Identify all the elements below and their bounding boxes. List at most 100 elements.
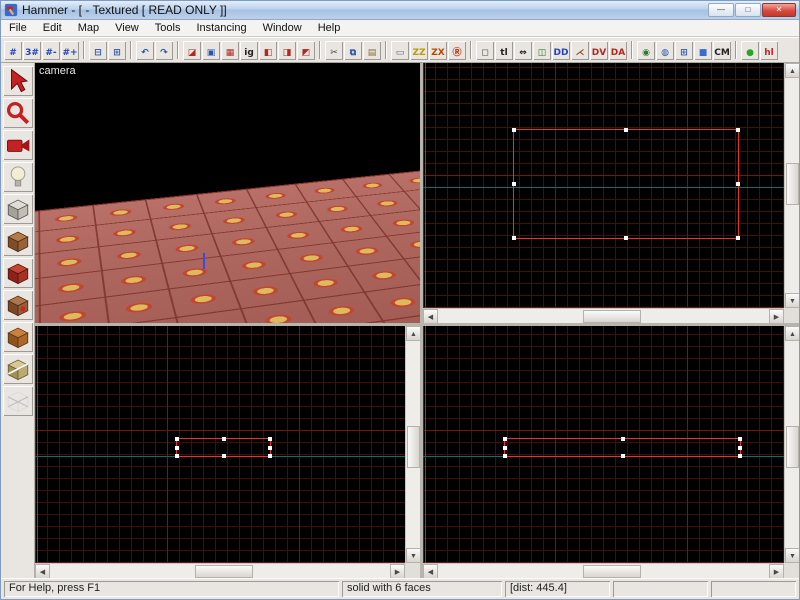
texture-lock-icon[interactable]: tl: [495, 40, 513, 60]
larger-grid-icon[interactable]: #+: [61, 40, 79, 60]
selection-handle[interactable]: [736, 182, 740, 186]
scroll-left-icon[interactable]: ◀: [423, 564, 438, 578]
selection-handle[interactable]: [503, 454, 507, 458]
vertex-manipulation-tool-icon[interactable]: [2, 386, 33, 416]
show-hidden-icon[interactable]: ◩: [297, 40, 315, 60]
group-icon[interactable]: ▣: [202, 40, 220, 60]
toggle-3d-grid-icon[interactable]: 3#: [23, 40, 41, 60]
load-window-state-icon[interactable]: ⊟: [89, 40, 107, 60]
viewport-2d-bottom-left[interactable]: ▲ ▼ ◀ ▶: [35, 326, 420, 578]
scrollbar-thumb[interactable]: [407, 426, 420, 468]
undo-icon[interactable]: ↶: [136, 40, 154, 60]
selection-handle[interactable]: [221, 454, 226, 458]
selection-handle[interactable]: [620, 437, 625, 441]
texture-application-tool-icon[interactable]: [2, 226, 33, 256]
run-map-icon[interactable]: ●: [741, 40, 759, 60]
scrollbar-thumb[interactable]: [786, 163, 799, 205]
menu-item-tools[interactable]: Tools: [147, 20, 189, 37]
selection-handle[interactable]: [736, 236, 740, 240]
selection-handle[interactable]: [624, 128, 628, 132]
scroll-up-icon[interactable]: ▲: [406, 326, 420, 341]
selection-handle[interactable]: [512, 182, 516, 186]
selection-handle[interactable]: [503, 445, 507, 450]
entity-tool-icon[interactable]: [2, 162, 33, 192]
selection-handle[interactable]: [503, 437, 507, 441]
redo-icon[interactable]: ↷: [155, 40, 173, 60]
carve-icon[interactable]: ◪: [183, 40, 201, 60]
scroll-down-icon[interactable]: ▼: [406, 548, 420, 563]
entity-report-icon[interactable]: ■: [694, 40, 712, 60]
viewport-2d-bottom-right[interactable]: ▲ ▼ ◀ ▶: [423, 326, 799, 578]
toggle-models-icon[interactable]: ◉: [637, 40, 655, 60]
paste-icon[interactable]: ▤: [363, 40, 381, 60]
menu-item-help[interactable]: Help: [310, 20, 349, 37]
cordon-edit-icon[interactable]: ZZ: [410, 40, 428, 60]
selection-handle[interactable]: [175, 437, 179, 441]
apply-current-texture-tool-icon[interactable]: [2, 258, 33, 288]
selection-handle[interactable]: [175, 454, 179, 458]
hide-selected-icon[interactable]: ◧: [259, 40, 277, 60]
scrollbar-thumb[interactable]: [786, 426, 799, 468]
scroll-right-icon[interactable]: ▶: [769, 309, 784, 323]
display-detail-icon[interactable]: DD: [552, 40, 570, 60]
cut-icon[interactable]: ✂: [325, 40, 343, 60]
scrollbar-thumb[interactable]: [195, 565, 253, 578]
select-touching-icon[interactable]: ◻: [476, 40, 494, 60]
2d-canvas[interactable]: [423, 63, 784, 308]
display-wire-icon[interactable]: DV: [590, 40, 608, 60]
selection-handle[interactable]: [738, 437, 742, 441]
cordon-active-icon[interactable]: ZX: [429, 40, 447, 60]
apply-decals-tool-icon[interactable]: [2, 290, 33, 320]
textured-brush-plane[interactable]: [35, 167, 420, 323]
menu-item-view[interactable]: View: [107, 20, 147, 37]
selection-handle[interactable]: [624, 236, 628, 240]
selection-handle[interactable]: [268, 454, 272, 458]
selection-handle[interactable]: [736, 128, 740, 132]
scroll-down-icon[interactable]: ▼: [785, 293, 799, 308]
menu-item-map[interactable]: Map: [70, 20, 107, 37]
toggle-grid-icon[interactable]: #: [4, 40, 22, 60]
camera-tool-icon[interactable]: [2, 130, 33, 160]
selection-handle[interactable]: [221, 437, 226, 441]
block-tool-icon[interactable]: [2, 194, 33, 224]
model-fade-icon[interactable]: ◍: [656, 40, 674, 60]
vertical-scrollbar[interactable]: ▲ ▼: [784, 63, 799, 308]
horizontal-scrollbar[interactable]: ◀ ▶: [423, 563, 784, 578]
ignore-groups-icon[interactable]: ig: [240, 40, 258, 60]
selection-handle[interactable]: [738, 454, 742, 458]
scroll-left-icon[interactable]: ◀: [35, 564, 50, 578]
texture-scale-lock-icon[interactable]: ⇔: [514, 40, 532, 60]
scroll-down-icon[interactable]: ▼: [785, 548, 799, 563]
cordon-icon[interactable]: ▭: [391, 40, 409, 60]
selection-handle[interactable]: [268, 445, 272, 450]
selection-handle[interactable]: [512, 128, 516, 132]
displacement-mask-icon[interactable]: ⊞: [675, 40, 693, 60]
scroll-right-icon[interactable]: ▶: [390, 564, 405, 578]
horizontal-scrollbar[interactable]: ◀ ▶: [35, 563, 405, 578]
save-window-state-icon[interactable]: ⊞: [108, 40, 126, 60]
display-alpha-icon[interactable]: DA: [609, 40, 627, 60]
selection-rectangle[interactable]: [503, 437, 742, 458]
helpers-icon[interactable]: ⋌: [571, 40, 589, 60]
selection-rectangle[interactable]: [175, 437, 272, 458]
selection-tool-icon[interactable]: [2, 66, 33, 96]
selection-rectangle[interactable]: [512, 128, 740, 240]
scroll-up-icon[interactable]: ▲: [785, 63, 799, 78]
horizontal-scrollbar[interactable]: ◀ ▶: [423, 308, 784, 323]
close-button[interactable]: ✕: [762, 3, 796, 17]
scrollbar-thumb[interactable]: [583, 310, 641, 323]
help-topics-icon[interactable]: hl: [760, 40, 778, 60]
menu-item-instancing[interactable]: Instancing: [188, 20, 254, 37]
selection-handle[interactable]: [175, 445, 179, 450]
copy-icon[interactable]: ⧉: [344, 40, 362, 60]
magnify-tool-icon[interactable]: [2, 98, 33, 128]
vertical-scrollbar[interactable]: ▲ ▼: [405, 326, 420, 563]
scroll-up-icon[interactable]: ▲: [785, 326, 799, 341]
selection-handle[interactable]: [738, 445, 742, 450]
flip-faces-icon[interactable]: ◫: [533, 40, 551, 60]
menu-item-edit[interactable]: Edit: [35, 20, 70, 37]
scroll-left-icon[interactable]: ◀: [423, 309, 438, 323]
maximize-button[interactable]: □: [735, 3, 761, 17]
overlay-tool-icon[interactable]: [2, 322, 33, 352]
selection-handle[interactable]: [268, 437, 272, 441]
